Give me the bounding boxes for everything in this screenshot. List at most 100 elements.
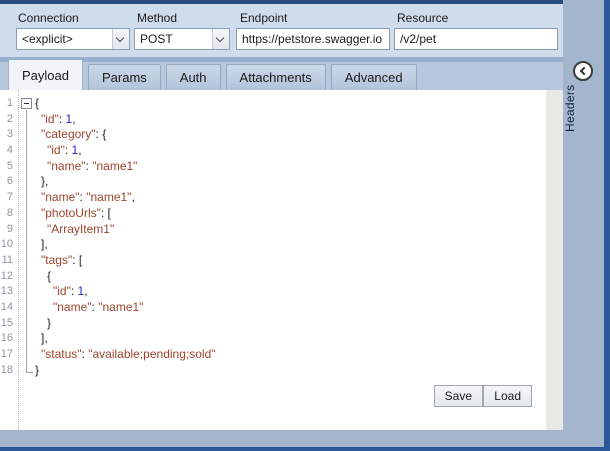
fold-guide-line [17, 253, 35, 269]
line-number: 13 [0, 284, 17, 300]
code-text: { [35, 96, 39, 112]
json-code: 1{2"id": 1,3"category": {4"id": 1,5"name… [0, 96, 546, 378]
line-number: 4 [0, 143, 17, 159]
headers-panel-title: Headers [563, 86, 604, 132]
connection-dropdown-button[interactable] [112, 29, 129, 49]
save-button[interactable]: Save [434, 385, 483, 407]
headers-panel-collapsed: Headers [563, 0, 604, 447]
line-number: 11 [0, 253, 17, 269]
code-line: 16], [0, 331, 546, 347]
line-number: 6 [0, 174, 17, 190]
method-value: POST [135, 32, 212, 46]
fold-collapse-icon[interactable] [17, 96, 35, 112]
fold-guide-line [17, 316, 35, 332]
connection-value: <explicit> [17, 32, 112, 46]
code-text: "tags": [ [35, 253, 82, 269]
code-text: ], [35, 237, 48, 253]
code-line: 7 "name": "name1", [0, 190, 546, 206]
code-text: "id": 1, [35, 112, 76, 128]
code-text: "name": "name1" [35, 159, 137, 175]
code-line: 3"category": { [0, 127, 546, 143]
fold-guide-line [17, 174, 35, 190]
chevron-down-icon [216, 34, 224, 42]
connection-select[interactable]: <explicit> [16, 28, 130, 50]
code-line: 5 "name": "name1" [0, 159, 546, 175]
fold-guide-line [17, 363, 35, 379]
resource-label: Resource [397, 11, 448, 25]
payload-editor[interactable]: 1{2"id": 1,3"category": {4"id": 1,5"name… [0, 90, 563, 430]
expand-headers-button[interactable] [573, 61, 593, 81]
window-border-right [604, 0, 610, 451]
code-line: 15} [0, 316, 546, 332]
code-line: 18} [0, 363, 546, 379]
line-number: 3 [0, 127, 17, 143]
code-line: 4"id": 1, [0, 143, 546, 159]
line-number: 7 [0, 190, 17, 206]
code-line: 10], [0, 237, 546, 253]
fold-guide-line [17, 331, 35, 347]
line-number: 17 [0, 347, 17, 363]
code-text: "name": "name1", [35, 190, 135, 206]
line-number: 18 [0, 363, 17, 379]
fold-guide-line [17, 222, 35, 238]
fold-guide-line [17, 159, 35, 175]
fold-guide-line [17, 300, 35, 316]
load-button[interactable]: Load [483, 385, 532, 407]
line-number: 15 [0, 316, 17, 332]
fold-guide-line [17, 284, 35, 300]
code-line: 13 "id": 1, [0, 284, 546, 300]
tab-payload[interactable]: Payload [8, 59, 83, 90]
code-text: "status": "available;pending;sold" [35, 347, 216, 363]
fold-guide-line [17, 347, 35, 363]
code-line: 6}, [0, 174, 546, 190]
method-select[interactable]: POST [134, 28, 230, 50]
window-border-bottom [0, 447, 610, 451]
line-number: 1 [0, 96, 17, 112]
code-line: 11 "tags": [ [0, 253, 546, 269]
method-label: Method [137, 11, 177, 25]
tab-auth[interactable]: Auth [166, 64, 221, 90]
connection-toolbar: Connection Method Endpoint Resource <exp… [0, 4, 563, 57]
code-line: 12 { [0, 269, 546, 285]
resource-input[interactable] [394, 28, 558, 50]
method-dropdown-button[interactable] [212, 29, 229, 49]
line-number: 8 [0, 206, 17, 222]
request-tabs: PayloadParamsAuthAttachmentsAdvanced [0, 57, 563, 90]
code-line: 2 "id": 1, [0, 112, 546, 128]
line-number: 16 [0, 331, 17, 347]
code-line: 9 "ArrayItem1" [0, 222, 546, 238]
tab-advanced[interactable]: Advanced [331, 64, 417, 90]
chevron-left-icon [580, 67, 588, 75]
code-text: "photoUrls": [ [35, 206, 111, 222]
fold-guide-line [17, 237, 35, 253]
endpoint-input[interactable] [236, 28, 390, 50]
code-line: 1{ [0, 96, 546, 112]
code-text: "ArrayItem1" [35, 222, 114, 238]
endpoint-label: Endpoint [240, 11, 287, 25]
code-line: 14"name": "name1" [0, 300, 546, 316]
fold-guide-line [17, 206, 35, 222]
fold-guide-line [17, 127, 35, 143]
line-number: 14 [0, 300, 17, 316]
connection-label: Connection [18, 11, 79, 25]
tab-attachments[interactable]: Attachments [226, 64, 326, 90]
line-number: 9 [0, 222, 17, 238]
code-text: } [35, 316, 51, 332]
fold-guide-line [17, 190, 35, 206]
tab-params[interactable]: Params [88, 64, 161, 90]
code-text: } [35, 363, 39, 379]
line-number: 10 [0, 237, 17, 253]
line-number: 2 [0, 112, 17, 128]
code-text: }, [35, 174, 48, 190]
fold-guide-line [17, 143, 35, 159]
editor-scrollbar[interactable] [546, 90, 563, 430]
line-number: 12 [0, 269, 17, 285]
code-text: ], [35, 331, 48, 347]
fold-guide-line [17, 269, 35, 285]
code-text: "id": 1, [35, 284, 88, 300]
code-line: 17 "status": "available;pending;sold" [0, 347, 546, 363]
line-number: 5 [0, 159, 17, 175]
chevron-down-icon [116, 34, 124, 42]
code-text: { [35, 269, 51, 285]
minus-box-icon[interactable] [21, 98, 32, 109]
